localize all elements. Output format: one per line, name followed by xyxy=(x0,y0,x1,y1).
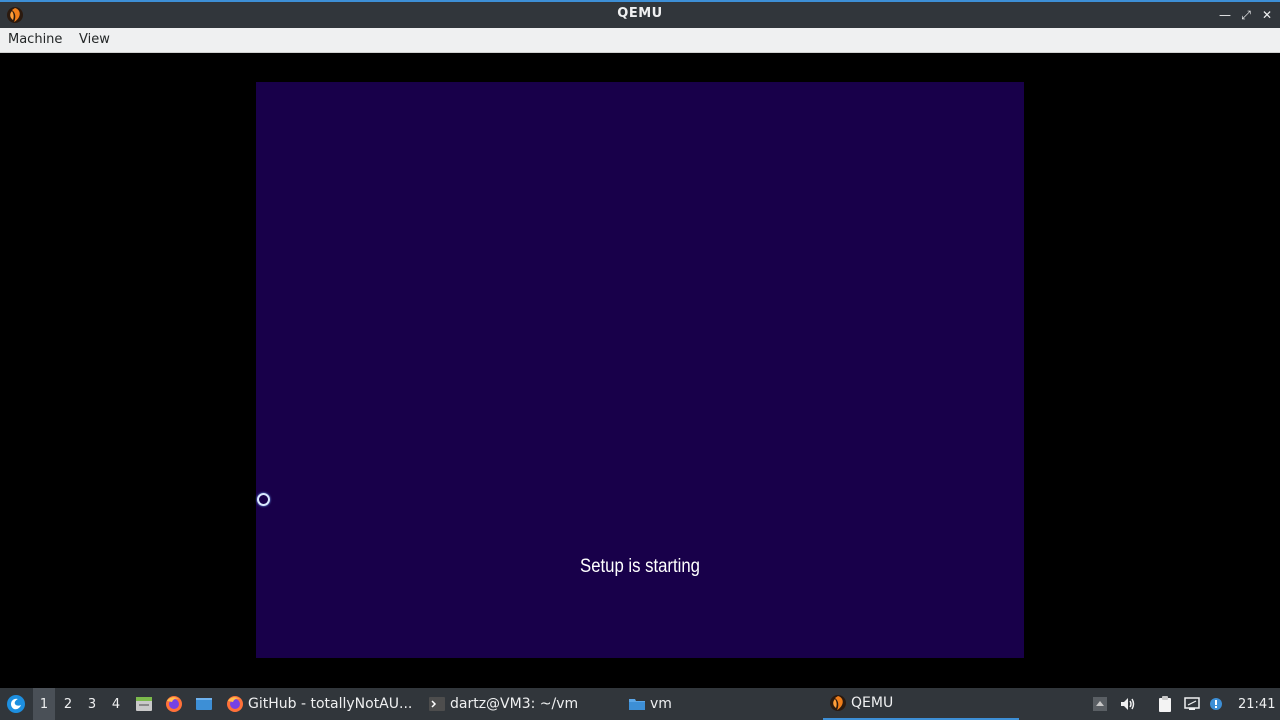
close-icon[interactable]: ✕ xyxy=(1259,7,1275,23)
workspace-2[interactable]: 2 xyxy=(57,688,79,720)
task-label: vm xyxy=(650,696,672,712)
folder-icon xyxy=(629,699,645,710)
network-icon[interactable] xyxy=(1182,688,1202,720)
vm-display-area[interactable]: Setup is starting xyxy=(0,53,1280,688)
workspace-4[interactable]: 4 xyxy=(105,688,127,720)
menu-machine[interactable]: Machine xyxy=(8,32,62,47)
window-titlebar[interactable]: QEMU — ⤢ ✕ xyxy=(0,0,1280,28)
guest-screen[interactable]: Setup is starting xyxy=(256,82,1024,658)
loading-spinner-icon xyxy=(257,493,270,506)
clipboard-icon[interactable] xyxy=(1155,688,1175,720)
task-github-firefox[interactable]: GitHub - totallyNotAU... xyxy=(226,688,412,720)
setup-status-text: Setup is starting xyxy=(580,556,700,577)
desktop-icon[interactable] xyxy=(194,688,214,720)
workspace-3[interactable]: 3 xyxy=(81,688,103,720)
menu-view[interactable]: View xyxy=(79,32,110,47)
task-qemu[interactable]: QEMU xyxy=(823,688,1019,720)
task-label: QEMU xyxy=(851,695,894,711)
clock[interactable]: 21:41 xyxy=(1238,688,1275,720)
task-folder-vm[interactable]: vm xyxy=(628,688,672,720)
update-notification-icon[interactable] xyxy=(1206,688,1226,720)
menu-bar: Machine View xyxy=(0,28,1280,53)
file-manager-icon[interactable] xyxy=(134,688,154,720)
minimize-icon[interactable]: — xyxy=(1217,7,1233,23)
workspace-1[interactable]: 1 xyxy=(33,688,55,720)
maximize-icon[interactable]: ⤢ xyxy=(1238,7,1254,23)
terminal-icon xyxy=(429,697,445,711)
start-menu-icon[interactable] xyxy=(4,688,28,720)
firefox-icon xyxy=(227,696,243,712)
task-label: dartz@VM3: ~/vm xyxy=(450,696,579,712)
task-label: GitHub - totallyNotAU... xyxy=(248,696,413,712)
task-terminal[interactable]: dartz@VM3: ~/vm xyxy=(428,688,578,720)
taskbar: 1 2 3 4 GitHub - totallyNotAU... dartz@V… xyxy=(0,688,1280,720)
qemu-icon xyxy=(830,695,846,711)
firefox-icon[interactable] xyxy=(164,688,184,720)
volume-icon[interactable] xyxy=(1118,688,1138,720)
window-title: QEMU xyxy=(617,6,663,21)
tray-up-arrow-icon[interactable] xyxy=(1090,688,1110,720)
